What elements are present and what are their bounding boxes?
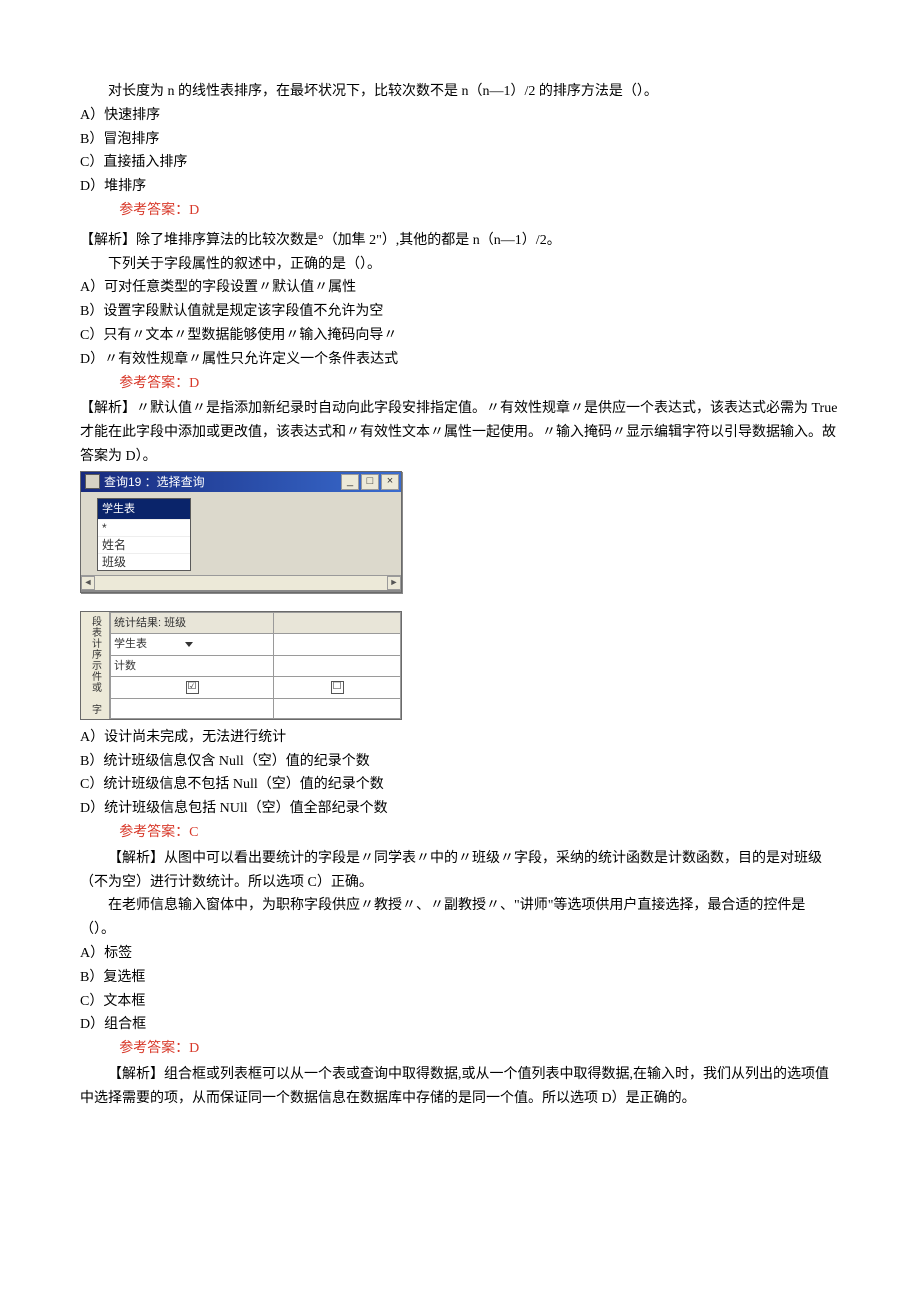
field-class[interactable]: 班级	[98, 553, 190, 570]
q2-option-a: A）可对任意类型的字段设置〃默认值〃属性	[80, 276, 840, 300]
q1-analysis-text: 除了堆排序算法的比较次数是°（加隼 2"）,其他的都是 n（n—1）/2。	[136, 233, 561, 248]
analysis-label: 【解析】	[108, 851, 164, 866]
grid-row-labels: 段表计序示件或 字	[81, 612, 110, 719]
window-icon	[85, 474, 100, 489]
grid-r2c1-text: 学生表	[114, 638, 147, 650]
q1-option-b: B）冒泡排序	[80, 128, 840, 152]
q4-option-a: A）标签	[80, 942, 840, 966]
q4-analysis: 【解析】组合框或列表框可以从一个表或查询中取得数据,或从一个值列表中取得数据,在…	[80, 1063, 840, 1111]
analysis-label: 【解析】	[108, 1067, 164, 1082]
q4-answer: 参考答案：D	[80, 1037, 840, 1061]
grid-r1c1[interactable]: 统计结果: 班级	[111, 612, 274, 634]
scroll-right-icon[interactable]: ►	[387, 576, 401, 590]
q1-answer: 参考答案：D	[80, 199, 840, 223]
window-title: 查询19 ：选择查询	[104, 472, 339, 492]
close-button[interactable]: ×	[381, 474, 399, 490]
scroll-left-icon[interactable]: ◄	[81, 576, 95, 590]
q4-option-b: B）复选框	[80, 966, 840, 990]
q3-option-d: D）统计班级信息包括 NUll（空）值全部纪录个数	[80, 797, 840, 821]
query-window: 查询19 ：选择查询 _ □ × 学生表 * 姓名 班级 ◄ ►	[80, 471, 402, 593]
q2-option-b: B）设置字段默认值就是规定该字段值不允许为空	[80, 300, 840, 324]
grid-show-1[interactable]: ☑	[111, 677, 274, 699]
analysis-label: 【解析】	[80, 233, 136, 248]
grid-r5c1[interactable]	[111, 699, 274, 719]
q3-option-b: B）统计班级信息仅含 Null（空）值的纪录个数	[80, 750, 840, 774]
grid-show-2[interactable]: ☐	[274, 677, 401, 699]
q2-option-d: D）〃有效性规章〃属性只允许定义一个条件表达式	[80, 348, 840, 372]
maximize-button[interactable]: □	[361, 474, 379, 490]
q3-analysis-text: 从图中可以看出要统计的字段是〃同学表〃中的〃班级〃字段，采纳的统计函数是计数函数…	[80, 851, 822, 890]
page: 对长度为 n 的线性表排序，在最坏状况下，比较次数不是 n（n—1）/2 的排序…	[0, 0, 920, 1151]
checkbox-unchecked-icon[interactable]: ☐	[331, 681, 344, 694]
q4-stem: 在老师信息输入窗体中，为职称字段供应〃教授〃、〃副教授〃、"讲师"等选项供用户直…	[80, 894, 840, 942]
q1-option-c: C）直接插入排序	[80, 151, 840, 175]
analysis-label: 【解析】	[80, 401, 136, 416]
q3-option-a: A）设计尚未完成，无法进行统计	[80, 726, 840, 750]
title-bar: 查询19 ：选择查询 _ □ ×	[81, 472, 401, 492]
q1-option-d: D）堆排序	[80, 175, 840, 199]
grid-r1c2[interactable]	[274, 612, 401, 634]
field-name[interactable]: 姓名	[98, 536, 190, 553]
source-table[interactable]: 学生表 * 姓名 班级	[97, 498, 191, 572]
q3-analysis: 【解析】从图中可以看出要统计的字段是〃同学表〃中的〃班级〃字段，采纳的统计函数是…	[80, 847, 840, 895]
checkbox-checked-icon[interactable]: ☑	[186, 681, 199, 694]
q1-analysis: 【解析】除了堆排序算法的比较次数是°（加隼 2"）,其他的都是 n（n—1）/2…	[80, 229, 840, 253]
q2-answer: 参考答案：D	[80, 372, 840, 396]
q2-analysis: 【解析】〃默认值〃是指添加新纪录时自动向此字段安排指定值。〃有效性规章〃是供应一…	[80, 397, 840, 468]
access-query-screenshot: 查询19 ：选择查询 _ □ × 学生表 * 姓名 班级 ◄ ► 段表计序示件或…	[80, 471, 840, 720]
q3-answer: 参考答案：C	[80, 821, 840, 845]
dropdown-icon[interactable]	[185, 642, 193, 647]
grid-table: 统计结果: 班级 学生表 计数 ☑ ☐	[110, 612, 401, 719]
q1-stem: 对长度为 n 的线性表排序，在最坏状况下，比较次数不是 n（n—1）/2 的排序…	[80, 80, 840, 104]
q4-option-c: C）文本框	[80, 990, 840, 1014]
grid-r5c2[interactable]	[274, 699, 401, 719]
design-grid: 段表计序示件或 字 统计结果: 班级 学生表 计数 ☑ ☐	[80, 611, 402, 720]
q2-stem: 下列关于字段属性的叙述中，正确的是（）。	[80, 253, 840, 277]
grid-r2c2[interactable]	[274, 634, 401, 656]
q2-option-c: C）只有〃文本〃型数据能够使用〃输入掩码向导〃	[80, 324, 840, 348]
table-title: 学生表	[98, 499, 190, 520]
grid-r3c2[interactable]	[274, 655, 401, 677]
h-scrollbar[interactable]: ◄ ►	[81, 575, 401, 590]
table-pane: 学生表 * 姓名 班级 ◄ ►	[81, 492, 401, 592]
q3-option-c: C）统计班级信息不包括 Null（空）值的纪录个数	[80, 773, 840, 797]
grid-r3c1[interactable]: 计数	[111, 655, 274, 677]
field-star[interactable]: *	[98, 519, 190, 536]
q1-option-a: A）快速排序	[80, 104, 840, 128]
minimize-button[interactable]: _	[341, 474, 359, 490]
q2-analysis-text: 〃默认值〃是指添加新纪录时自动向此字段安排指定值。〃有效性规章〃是供应一个表达式…	[80, 401, 837, 464]
grid-r2c1[interactable]: 学生表	[111, 634, 274, 656]
q4-option-d: D）组合框	[80, 1013, 840, 1037]
q4-analysis-text: 组合框或列表框可以从一个表或查询中取得数据,或从一个值列表中取得数据,在输入时，…	[80, 1067, 829, 1106]
